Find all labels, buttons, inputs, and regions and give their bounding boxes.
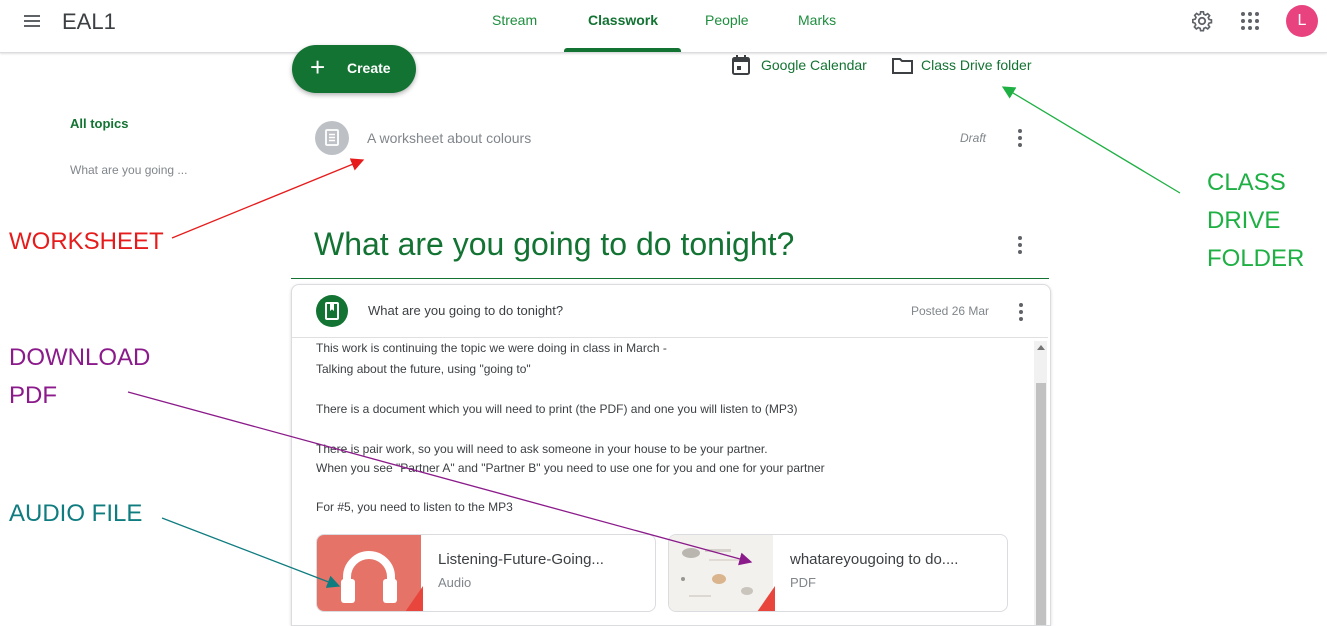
pdf-annotation-line2: PDF xyxy=(9,382,57,409)
pdf-arrow xyxy=(127,391,753,566)
worksheet-annotation: WORKSHEET xyxy=(9,228,164,255)
pdf-annotation-line1: DOWNLOAD xyxy=(9,344,151,371)
annotation-arrows xyxy=(127,86,1181,588)
audio-annotation: AUDIO FILE xyxy=(9,500,143,527)
drive-annotation-line1: CLASS xyxy=(1207,169,1286,196)
worksheet-arrow xyxy=(171,158,365,239)
drive-annotation-line3: FOLDER xyxy=(1207,245,1305,272)
audio-arrow xyxy=(161,517,341,588)
drive-annotation-line2: DRIVE xyxy=(1207,207,1281,234)
drive-folder-arrow xyxy=(1001,86,1181,194)
